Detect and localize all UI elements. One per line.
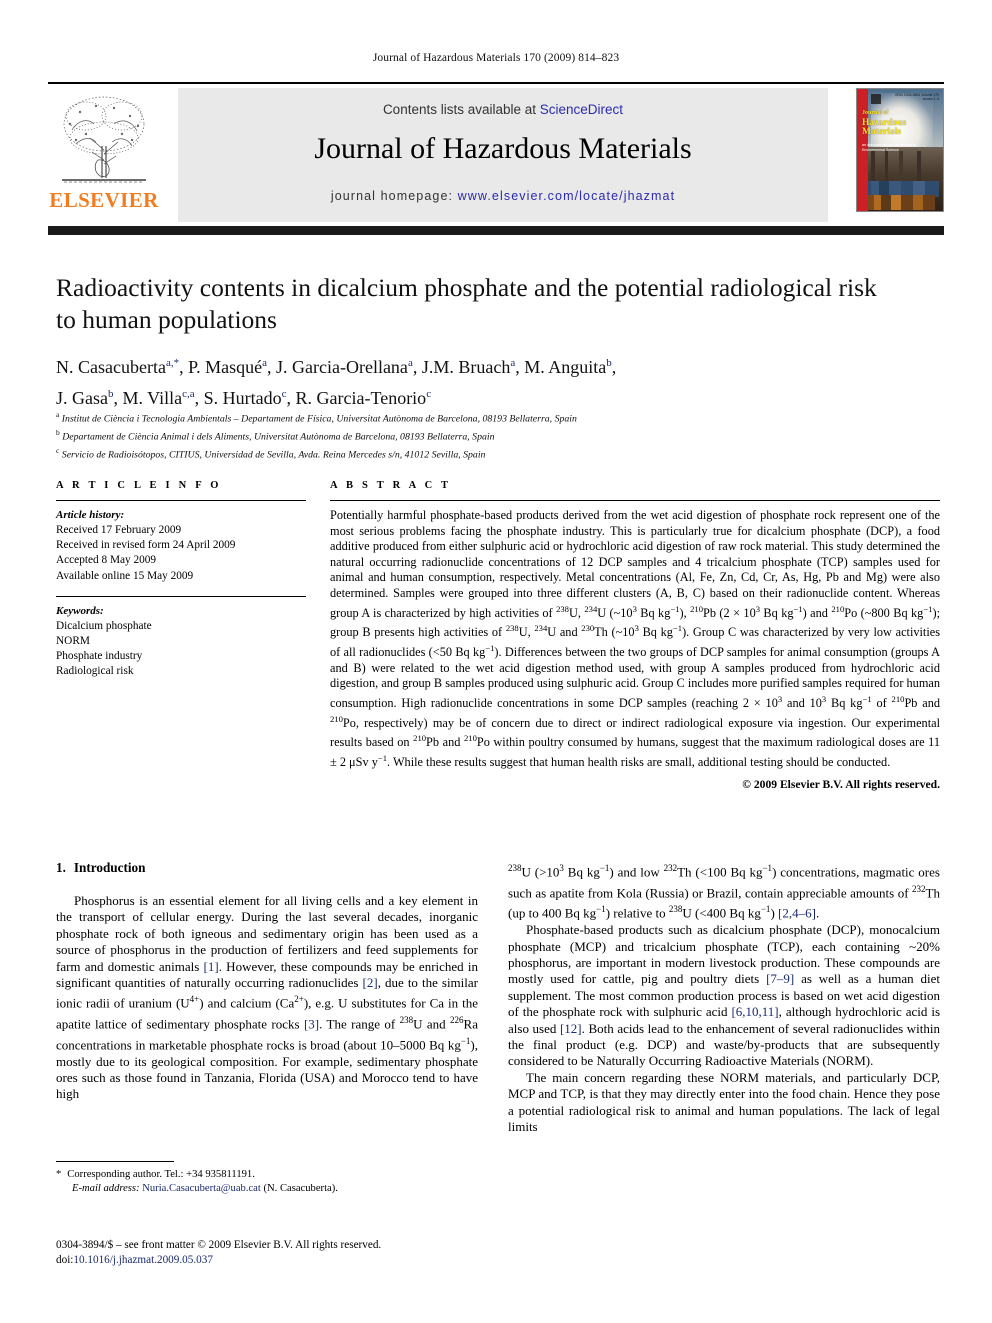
running-head: Journal of Hazardous Materials 170 (2009…: [372, 52, 620, 64]
journal-homepage-line: journal homepage: www.elsevier.com/locat…: [178, 189, 828, 203]
email-note: E-mail address: Nuria.Casacuberta@uab.ca…: [56, 1182, 486, 1196]
abstract-text: Potentially harmful phosphate-based prod…: [330, 508, 941, 769]
cover-title: Journal of Hazardous Materials: [862, 109, 934, 138]
section-heading-introduction: 1. Introduction: [56, 860, 478, 876]
email-label: E-mail address:: [72, 1183, 140, 1194]
affiliation-b-text: Departament de Ciència Animal i dels Ali…: [62, 431, 495, 443]
history-item: Accepted 8 May 2009: [56, 554, 157, 567]
article-info-rule: [56, 500, 306, 501]
corresponding-author-text: Corresponding author. Tel.: +34 93581119…: [67, 1169, 255, 1180]
cover-smokestacks: [865, 151, 935, 181]
masthead-bottom-rule: [48, 226, 944, 235]
history-item: Received 17 February 2009: [56, 524, 182, 536]
body-column-right: 238U (>103 Bq kg−1) and low 232Th (<100 …: [508, 860, 940, 1135]
author-line-1: N. Casacubertaa,*, P. Masquéa, J. Garcia…: [56, 357, 617, 377]
section-title: Introduction: [73, 860, 146, 875]
journal-homepage-link[interactable]: www.elsevier.com/locate/jhazmat: [458, 189, 676, 203]
doi-link[interactable]: 10.1016/j.jhazmat.2009.05.037: [73, 1254, 213, 1266]
keywords-label: Keywords:: [56, 604, 104, 617]
journal-title: Journal of Hazardous Materials: [314, 132, 692, 165]
footnote-block: * Corresponding author. Tel.: +34 9358111…: [56, 1168, 486, 1196]
email-owner: (N. Casacuberta).: [263, 1183, 338, 1194]
imprint-front-matter: 0304-3894/$ – see front matter © 2009 El…: [56, 1239, 382, 1251]
elsevier-tree-icon: [62, 96, 146, 183]
abstract-heading: A B S T R A C T: [330, 480, 452, 491]
body-column-left: 1. Introduction Phosphorus is an essentia…: [56, 860, 478, 1103]
keyword-item: Dicalcium phosphate: [56, 619, 152, 632]
corresponding-author-note: * Corresponding author. Tel.: +34 9358111…: [56, 1168, 486, 1182]
history-item: Available online 15 May 2009: [56, 569, 194, 582]
affiliation-list: a Institut de Ciència i Tecnologia Ambie…: [56, 408, 916, 461]
sciencedirect-link[interactable]: ScienceDirect: [540, 102, 623, 117]
homepage-prefix: journal homepage:: [330, 189, 458, 203]
journal-cover-thumbnail: Journal of Hazardous Materials an intern…: [856, 88, 944, 212]
affiliation-mark-b: b: [56, 427, 60, 437]
abstract-copyright: © 2009 Elsevier B.V. All rights reserved…: [742, 777, 940, 791]
history-item: Received in revised form 24 April 2009: [56, 539, 236, 552]
affiliation-mark-c: c: [56, 445, 60, 455]
affiliation-b: b Departament de Ciència Animal i dels A…: [56, 426, 916, 444]
article-history-label: Article history:: [56, 509, 125, 521]
contents-prefix: Contents lists available at: [382, 102, 540, 117]
affiliation-mark-a: a: [56, 410, 60, 419]
imprint-doi: doi:10.1016/j.jhazmat.2009.05.037: [56, 1253, 526, 1268]
page-title: Radioactivity contents in dicalcium phos…: [56, 273, 877, 334]
affiliation-c: c Servicio de Radioisótopos, CITIUS, Uni…: [56, 444, 916, 462]
elsevier-logo: ELSEVIER: [48, 90, 160, 220]
cover-subtitle: an international journal devoted to Envi…: [862, 143, 917, 152]
introduction-paragraph-3: The main concern regarding these NORM ma…: [508, 1069, 940, 1135]
journal-masthead: ELSEVIER Contents lists available at Sci…: [48, 82, 944, 235]
keywords-rule: [56, 595, 306, 597]
keyword-item: NORM: [56, 635, 90, 648]
introduction-paragraph-1: Phosphorus is an essential element for a…: [56, 893, 479, 1102]
masthead-center-band: Contents lists available at ScienceDirec…: [178, 88, 828, 222]
introduction-paragraph-2: Phosphate-based products such as dicalci…: [508, 922, 941, 1069]
journal-article-page: Journal of Hazardous Materials 170 (2009…: [0, 0, 992, 1323]
author-list: N. Casacubertaa,*, P. Masquéa, J. Garcia…: [56, 350, 896, 412]
cover-drums: [865, 195, 935, 210]
keyword-item: Phosphate industry: [56, 650, 143, 663]
masthead-top-rule: [48, 82, 944, 84]
contents-available-line: Contents lists available at ScienceDirec…: [178, 102, 828, 117]
affiliation-a: a Institut de Ciència i Tecnologia Ambie…: [56, 408, 916, 426]
footnote-star-marker: *: [56, 1169, 62, 1180]
imprint-block: 0304-3894/$ – see front matter © 2009 El…: [56, 1238, 526, 1268]
doi-label: doi:: [56, 1254, 74, 1266]
abstract-block: A B S T R A C T Potentially harmful phos…: [330, 480, 940, 791]
email-link[interactable]: Nuria.Casacuberta@uab.cat: [142, 1183, 261, 1194]
elsevier-wordmark: ELSEVIER: [49, 188, 159, 212]
section-number: 1.: [56, 860, 66, 875]
cover-publisher-mark-icon: [871, 94, 881, 104]
keyword-item: Radiological risk: [56, 665, 134, 678]
abstract-rule: [330, 500, 940, 501]
article-info-heading: A R T I C L E I N F O: [56, 480, 222, 491]
affiliation-c-text: Servicio de Radioisótopos, CITIUS, Unive…: [61, 448, 486, 460]
cover-title-line3: Materials: [862, 127, 902, 137]
introduction-continued: 238U (>103 Bq kg−1) and low 232Th (<100 …: [508, 863, 941, 1135]
article-info-block: A R T I C L E I N F O Article history: R…: [56, 480, 306, 680]
cover-top-note: ISSN 0304-3894 Volume 170 Issues 2–3: [895, 93, 939, 102]
footnote-separator-rule: [56, 1161, 174, 1162]
affiliation-a-text: Institut de Ciència i Tecnologia Ambient…: [61, 413, 577, 425]
